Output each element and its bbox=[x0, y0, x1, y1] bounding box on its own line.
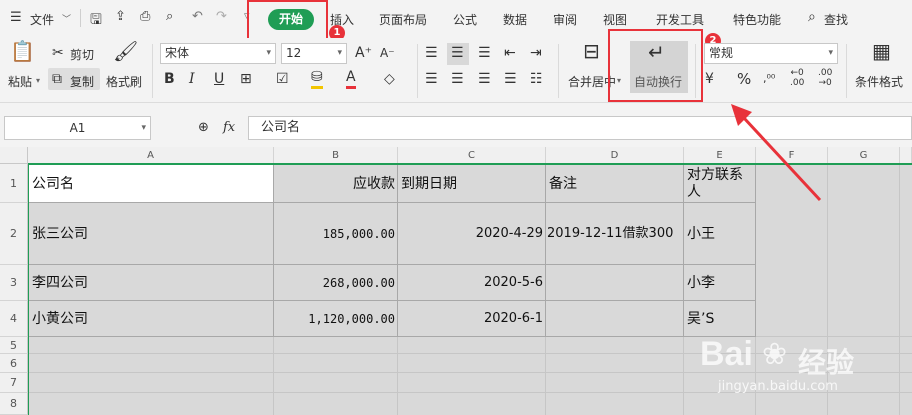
watermark: Bai ❀ 经验 jingyan.baidu.com bbox=[700, 335, 900, 405]
watermark-brand: Bai bbox=[700, 335, 753, 373]
spreadsheet-app: ☰ 文件 ﹀ 🖫 ⇪ ⎙ ⌕ ↶ ↷ ▿ 开始 1 插入 页面布局 公式 数据 … bbox=[0, 0, 912, 415]
watermark-brand2: 经验 bbox=[798, 346, 855, 379]
watermark-url: jingyan.baidu.com bbox=[718, 379, 838, 394]
paw-icon: ❀ bbox=[762, 337, 788, 372]
